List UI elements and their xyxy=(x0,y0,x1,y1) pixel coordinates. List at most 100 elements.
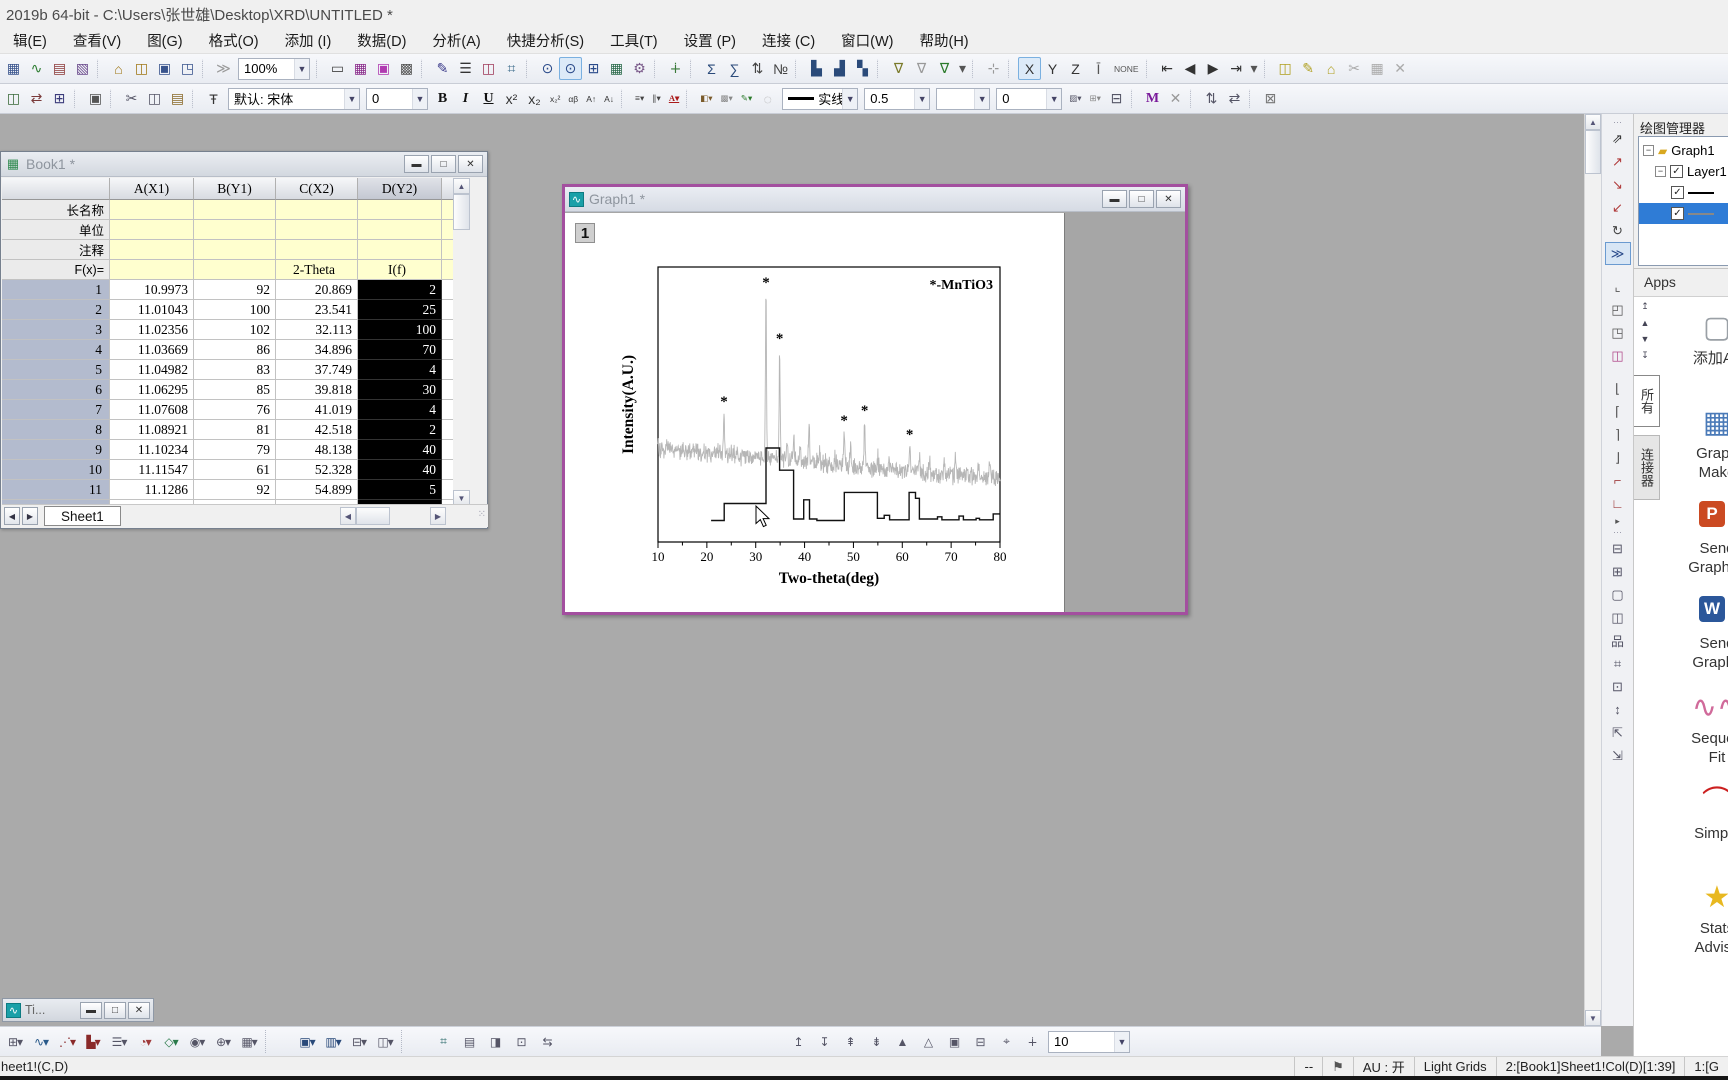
row-label[interactable]: F(x)= xyxy=(2,260,110,280)
restore-button[interactable]: ▬ xyxy=(80,1001,102,1019)
menu-item[interactable]: 连接 (C) xyxy=(749,27,828,54)
fit-page-to-layers[interactable]: ⇲ xyxy=(1605,744,1631,767)
cell[interactable] xyxy=(194,220,276,240)
chevron-down-icon[interactable]: ▼ xyxy=(294,58,309,79)
cell[interactable] xyxy=(358,240,442,260)
greek-symbols[interactable]: αβ xyxy=(564,87,582,110)
format-painter[interactable]: Ŧ xyxy=(202,87,225,110)
line-width-combo[interactable]: 0.5 ▼ xyxy=(864,87,931,110)
app-add-apps[interactable]: ▢ ⊕ 添加Ap xyxy=(1662,301,1728,396)
print[interactable]: ▭ xyxy=(326,57,349,80)
menu-item[interactable]: 查看(V) xyxy=(60,27,134,54)
duplicate-with-data[interactable]: ▣ xyxy=(84,87,107,110)
up-icon[interactable]: ▲ xyxy=(1641,318,1650,328)
layer-management[interactable]: ↕ xyxy=(1605,698,1631,721)
toolbar-button[interactable] xyxy=(421,58,428,79)
tree-item-layer1[interactable]: − ✓ Layer1 xyxy=(1639,161,1728,182)
row-header[interactable]: 3 xyxy=(2,320,110,340)
first-record[interactable]: ⇤ xyxy=(1156,57,1179,80)
cell-c[interactable]: 54.899 xyxy=(276,480,358,500)
toolbar-button[interactable] xyxy=(1605,265,1631,275)
set-as-error[interactable]: Ī xyxy=(1087,57,1110,80)
graph-page[interactable]: 10 20 30 40 50 60 70 80 Two-theta(deg) Intensity(… xyxy=(565,213,1065,612)
toolbar-button[interactable] xyxy=(690,58,697,79)
new-layout[interactable]: ☰ xyxy=(454,57,477,80)
cell[interactable] xyxy=(276,240,358,260)
add-right-y-layer[interactable]: ⊞ xyxy=(1605,560,1631,583)
cell-a[interactable]: 11.02356 xyxy=(110,320,194,340)
snap-grid[interactable]: ⊡ xyxy=(508,1030,534,1053)
vector-plot[interactable]: ◇▾ xyxy=(158,1030,184,1053)
toolbar-button[interactable] xyxy=(1189,88,1197,109)
cell-c[interactable]: 52.328 xyxy=(276,460,358,480)
template-library[interactable]: ⊞▾ xyxy=(2,1030,28,1053)
set-as-y[interactable]: Y xyxy=(1041,57,1064,80)
new-folder[interactable]: ⌗ xyxy=(430,1030,456,1053)
layer-badge[interactable]: 1 xyxy=(575,223,595,243)
down-icon[interactable]: ▼ xyxy=(1641,334,1650,344)
set-column-values[interactable]: № xyxy=(769,57,792,80)
font-family-combo[interactable]: 默认: 宋体 ▼ xyxy=(228,87,360,110)
zoom-all[interactable]: ⊙ xyxy=(536,57,559,80)
toolbar-button[interactable] xyxy=(972,58,979,79)
reapply-filter[interactable]: ∇ xyxy=(933,57,956,80)
app-send-graphs-to-word[interactable]: → W Send Graphs xyxy=(1662,586,1728,681)
tree-item-plot-2-selected[interactable]: ✓ xyxy=(1639,203,1728,224)
last-icon[interactable]: ↧ xyxy=(1641,350,1649,361)
app-sequence-fit[interactable]: ∿∿ Sequen Fit xyxy=(1662,681,1728,776)
fill-color[interactable]: ◧▾ xyxy=(696,87,716,110)
toolbar-button[interactable] xyxy=(1130,88,1138,109)
cell[interactable]: I(f) xyxy=(358,260,442,280)
cell[interactable] xyxy=(110,220,194,240)
tree-item-graph1[interactable]: − ▰ Graph1 xyxy=(1639,140,1728,161)
toolbar-button[interactable] xyxy=(1605,367,1631,377)
row-label[interactable]: 注释 xyxy=(2,240,110,260)
app-simple-fit[interactable]: ⌒ ∴ Simple xyxy=(1662,776,1728,871)
project-explorer[interactable]: ⌗ xyxy=(500,57,523,80)
cell-d-selected[interactable]: 2 xyxy=(358,280,442,300)
add-top-x-layer[interactable]: ⊟ xyxy=(1605,537,1631,560)
cell-b[interactable]: 92 xyxy=(194,280,276,300)
subscript[interactable]: x₂ xyxy=(523,87,546,110)
bubble-plot[interactable]: ◉▾ xyxy=(184,1030,210,1053)
add-object[interactable]: ∔ xyxy=(1019,1030,1045,1053)
plot-stack[interactable]: ▚ xyxy=(851,57,874,80)
superscript[interactable]: x² xyxy=(500,87,523,110)
layer-bl-axes[interactable]: ⌞ xyxy=(1605,275,1631,298)
shrink-axes[interactable]: ↘ xyxy=(1605,173,1631,196)
italic[interactable]: I xyxy=(454,87,477,110)
zoom-axes[interactable]: ↙ xyxy=(1605,196,1631,219)
increase-font[interactable]: A↑ xyxy=(582,87,600,110)
lock-protect[interactable]: ⊠ xyxy=(1259,87,1282,110)
workbook-window[interactable]: ▦ Book1 * ▬ □ ✕ A(X1) B(Y1) C(X2) D(Y2) 长名称 xyxy=(0,151,488,529)
cell[interactable] xyxy=(358,200,442,220)
cell-b[interactable]: 61 xyxy=(194,460,276,480)
scroll-left-icon[interactable]: ◀ xyxy=(340,507,356,525)
cell[interactable] xyxy=(276,200,358,220)
column-header-c[interactable]: C(X2) xyxy=(276,178,358,200)
pattern-fill[interactable]: ▩▾ xyxy=(717,87,737,110)
highlight[interactable]: ◌ xyxy=(756,87,779,110)
scrollbar-thumb[interactable] xyxy=(356,507,390,525)
menu-item[interactable]: 设置 (P) xyxy=(671,27,749,54)
cell-d-selected[interactable]: 25 xyxy=(358,300,442,320)
sql-editor[interactable]: ✎ xyxy=(1297,57,1320,80)
cell-b[interactable]: 102 xyxy=(194,320,276,340)
row-header[interactable]: 7 xyxy=(2,400,110,420)
statistics-on-column[interactable]: Σ xyxy=(700,57,723,80)
toolbar-button[interactable] xyxy=(686,88,693,109)
group-objects[interactable]: ▣ xyxy=(941,1030,967,1053)
align-top[interactable]: ▲ xyxy=(889,1030,915,1053)
cut[interactable]: ✂ xyxy=(120,87,143,110)
ungroup-objects[interactable]: ⊟ xyxy=(967,1030,993,1053)
cell-d-selected[interactable]: 100 xyxy=(358,320,442,340)
new-matrix[interactable]: ▤ xyxy=(48,57,71,80)
axis-style-6[interactable]: ∟ xyxy=(1605,492,1631,515)
cell-a[interactable]: 11.08921 xyxy=(110,420,194,440)
close-button[interactable]: ✕ xyxy=(458,155,483,173)
row-header[interactable]: 2 xyxy=(2,300,110,320)
insert-equation[interactable]: ⊟▾ xyxy=(346,1030,372,1053)
toolbar-button[interactable] xyxy=(1248,88,1256,109)
multi-panel-plot[interactable]: ☰▾ xyxy=(106,1030,132,1053)
grid-layers[interactable]: ◰ xyxy=(1605,298,1631,321)
